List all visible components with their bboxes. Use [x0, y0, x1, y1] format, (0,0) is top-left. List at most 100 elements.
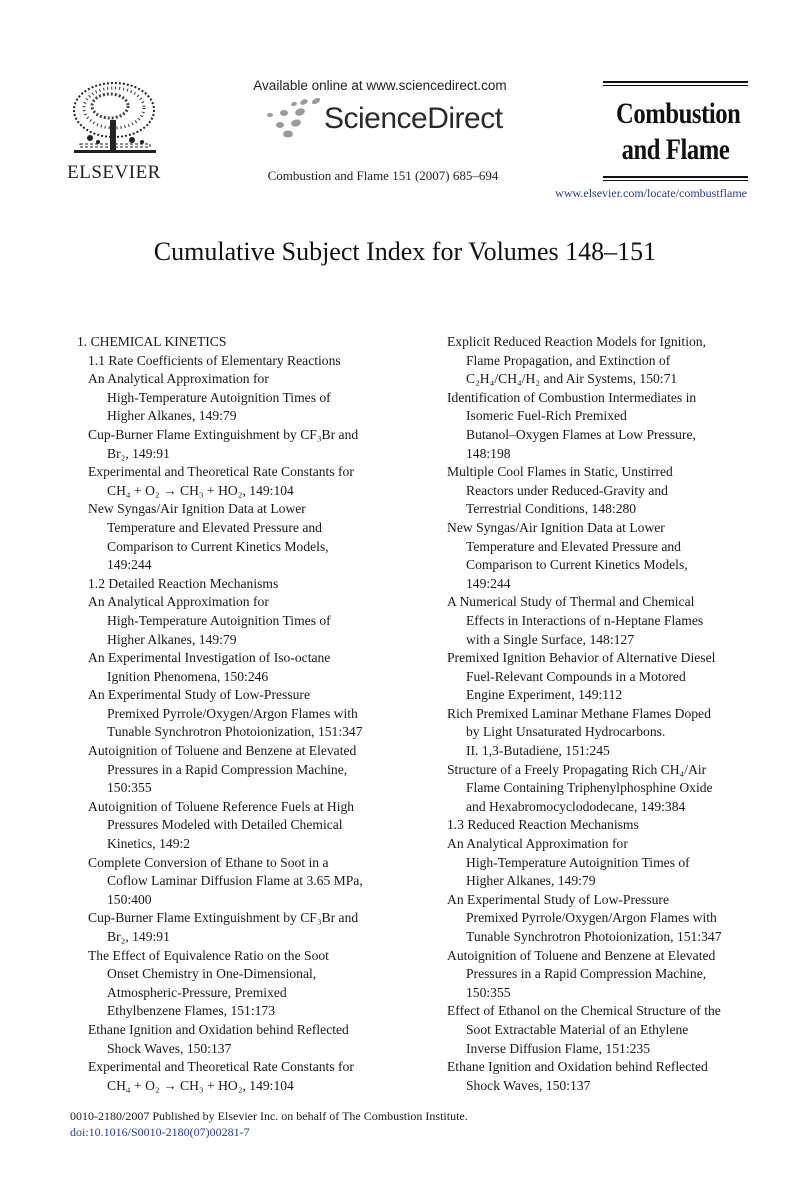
index-entry: An Analytical Approximation for High-Temp… [88, 370, 397, 426]
index-entry-line: Structure of a Freely Propagating Rich C… [447, 761, 707, 777]
index-entry-line: Effects in Interactions of n-Heptane Fla… [466, 612, 704, 628]
index-entry-line: 148:198 [466, 445, 511, 461]
index-entry-line: New Syngas/Air Ignition Data at Lower [88, 501, 306, 517]
index-entry-line: Premixed Pyrrole/Oxygen/Argon Flames wit… [466, 910, 717, 926]
index-entry-line: Kinetics, 149:2 [107, 836, 191, 852]
index-entry: Ethane Ignition and Oxidation behind Ref… [88, 1021, 397, 1058]
index-entry: Ethane Ignition and Oxidation behind Ref… [447, 1058, 767, 1095]
masthead-rule-top-thin [603, 85, 748, 86]
index-entry-line: Temperature and Elevated Pressure and [466, 538, 681, 554]
index-entry-line: Onset Chemistry in One-Dimensional, [107, 966, 317, 982]
index-entry: An Analytical Approximation for High-Temp… [447, 835, 767, 891]
index-entry-line: Comparison to Current Kinetics Models, [466, 557, 688, 573]
index-entry-line: II. 1,3-Butadiene, 151:245 [466, 743, 610, 759]
index-entry-line: An Experimental Investigation of Iso-oct… [88, 650, 331, 666]
index-entry-line: High-Temperature Autoignition Times of [107, 612, 331, 628]
index-entry-line: High-Temperature Autoignition Times of [466, 854, 690, 870]
index-entry-line: Br₂, 149:91 [107, 929, 170, 944]
index-entry-line: CH₄ + O₂ → CH₃ + HO₂, 149:104 [107, 1077, 294, 1093]
index-entry: An Experimental Study of Low-Pressure Pre… [88, 686, 397, 742]
index-entry: Experimental and Theoretical Rate Consta… [88, 463, 397, 500]
journal-masthead: Combustion and Flame [603, 81, 748, 183]
index-entry-line: Rich Premixed Laminar Methane Flames Dop… [447, 705, 711, 721]
index-entry-line: The Effect of Equivalence Ratio on the S… [88, 947, 329, 963]
index-column-left: 1. CHEMICAL KINETICS 1.1 Rate Coefficient… [77, 333, 397, 1095]
index-entry-line: Terrestrial Conditions, 148:280 [466, 501, 637, 517]
index-entry: Premixed Ignition Behavior of Alternativ… [447, 649, 767, 705]
available-online-text[interactable]: Available online at www.sciencedirect.co… [200, 78, 560, 93]
index-entry-line: Autoignition of Toluene Reference Fuels … [88, 798, 355, 814]
index-entry-line: Pressures Modeled with Detailed Chemical [107, 817, 343, 833]
index-entry-line: Shock Waves, 150:137 [107, 1040, 232, 1056]
index-entry-line: Experimental and Theoretical Rate Consta… [88, 464, 354, 480]
index-entry: Structure of a Freely Propagating Rich C… [447, 761, 767, 817]
masthead-rule-top [603, 81, 748, 83]
index-entry: Rich Premixed Laminar Methane Flames Dop… [447, 705, 767, 761]
journal-url-link[interactable]: www.elsevier.com/locate/combustflame [520, 186, 747, 201]
doi-link[interactable]: doi:10.1016/S0010-2180(07)00281-7 [70, 1124, 468, 1140]
index-entry-line: Flame Containing Triphenylphosphine Oxid… [466, 780, 713, 796]
index-entry-line: 149:244 [107, 557, 152, 573]
index-entry-line: 150:400 [107, 891, 152, 907]
elsevier-tree-icon [73, 82, 156, 153]
index-entry-line: Ignition Phenomena, 150:246 [107, 668, 269, 684]
index-entry-line: 1.3 Reduced Reaction Mechanisms [447, 817, 639, 833]
index-entry: Experimental and Theoretical Rate Consta… [88, 1058, 397, 1095]
journal-title-line-2: and Flame [621, 133, 730, 166]
index-entry-line: Br₂, 149:91 [107, 445, 170, 461]
index-entry-line: Isomeric Fuel-Rich Premixed [466, 408, 627, 424]
index-entry: Cup-Burner Flame Extinguishment by CF₃Br… [88, 909, 397, 946]
index-entry-line: 1.2 Detailed Reaction Mechanisms [88, 575, 279, 591]
index-entry: Explicit Reduced Reaction Models for Ign… [447, 333, 767, 389]
index-entry: Complete Conversion of Ethane to Soot in… [88, 854, 397, 910]
index-column-right: Explicit Reduced Reaction Models for Ign… [447, 333, 767, 1095]
index-entry-line: Higher Alkanes, 149:79 [107, 408, 237, 424]
journal-title-line-1: Combustion [616, 97, 741, 130]
index-entry-line: Complete Conversion of Ethane to Soot in… [88, 854, 329, 870]
index-entry: The Effect of Equivalence Ratio on the S… [88, 947, 397, 1021]
index-entry-line: 1. CHEMICAL KINETICS [77, 334, 227, 349]
index-entry-line: Explicit Reduced Reaction Models for Ign… [447, 334, 706, 349]
index-entry-line: An Analytical Approximation for [88, 594, 269, 610]
index-entry-line: with a Single Surface, 148:127 [466, 631, 635, 647]
index-entry-line: 150:355 [107, 780, 152, 796]
index-entry-line: 149:244 [466, 575, 511, 591]
index-entry: Autoignition of Toluene Reference Fuels … [88, 798, 397, 854]
index-entry-line: An Experimental Study of Low-Pressure [447, 891, 669, 907]
index-entry-line: Pressures in a Rapid Compression Machine… [107, 761, 348, 777]
sciencedirect-logo[interactable]: ScienceDirect [262, 96, 512, 142]
index-entry-line: High-Temperature Autoignition Times of [107, 389, 331, 405]
index-entry-line: Soot Extractable Material of an Ethylene [466, 1021, 689, 1037]
index-entry-line: by Light Unsaturated Hydrocarbons. [466, 724, 666, 740]
index-entry-line: Inverse Diffusion Flame, 151:235 [466, 1040, 650, 1056]
index-entry-line: Shock Waves, 150:137 [466, 1077, 591, 1093]
masthead-rule-bottom-thin [603, 180, 748, 181]
index-entry-line: Experimental and Theoretical Rate Consta… [88, 1059, 354, 1075]
index-entry: Cup-Burner Flame Extinguishment by CF₃Br… [88, 426, 397, 463]
index-entry: Effect of Ethanol on the Chemical Struct… [447, 1002, 767, 1058]
sciencedirect-dots-icon [267, 98, 321, 138]
index-entry-line: Premixed Pyrrole/Oxygen/Argon Flames wit… [107, 705, 358, 721]
masthead-rule-bottom [603, 176, 748, 178]
index-subsection-heading: 1.3 Reduced Reaction Mechanisms [447, 816, 767, 835]
index-entry-line: and Hexabromocyclododecane, 149:384 [466, 798, 686, 814]
footer: 0010-2180/2007 Published by Elsevier Inc… [70, 1108, 468, 1140]
index-entry-line: Cup-Burner Flame Extinguishment by CF₃Br… [88, 426, 359, 442]
index-entry-line: Multiple Cool Flames in Static, Unstirre… [447, 464, 673, 480]
index-entry-line: 150:355 [466, 984, 511, 1000]
index-entry-line: Comparison to Current Kinetics Models, [107, 538, 329, 554]
index-entry-line: Tunable Synchrotron Photoionization, 151… [107, 724, 363, 740]
index-entry: New Syngas/Air Ignition Data at Lower Tem… [447, 519, 767, 593]
index-entry-line: Identification of Combustion Intermediat… [447, 389, 697, 405]
index-entry-line: C₂H₄/CH₄/H₂ and Air Systems, 150:71 [466, 371, 678, 387]
index-entry: Multiple Cool Flames in Static, Unstirre… [447, 463, 767, 519]
index-entry: An Analytical Approximation for High-Temp… [88, 593, 397, 649]
index-entry-line: Flame Propagation, and Extinction of [466, 352, 671, 368]
index-entry-line: Atmospheric-Pressure, Premixed [107, 984, 287, 1000]
index-entry-line: Higher Alkanes, 149:79 [107, 631, 237, 647]
index-entry: New Syngas/Air Ignition Data at Lower Tem… [88, 500, 397, 574]
index-entry: An Experimental Investigation of Iso-oct… [88, 649, 397, 686]
index-entry: Identification of Combustion Intermediat… [447, 389, 767, 463]
index-entry-line: Ethane Ignition and Oxidation behind Ref… [88, 1021, 349, 1037]
index-entry-line: Fuel-Relevant Compounds in a Motored [466, 668, 686, 684]
